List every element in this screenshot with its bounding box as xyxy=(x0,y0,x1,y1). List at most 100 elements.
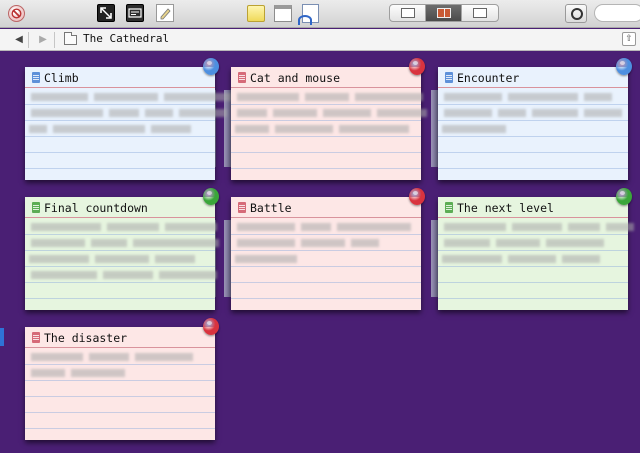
obscured-text xyxy=(351,239,379,247)
card-title[interactable]: Encounter xyxy=(457,71,519,85)
card-header: Encounter xyxy=(438,67,628,88)
card-synopsis[interactable] xyxy=(438,219,634,310)
obscured-text xyxy=(31,223,101,231)
toolbar xyxy=(0,0,640,28)
document-icon[interactable] xyxy=(298,4,319,25)
outline-view-button[interactable] xyxy=(462,5,498,21)
obscured-text xyxy=(275,125,333,133)
document-icon xyxy=(445,72,453,83)
card-synopsis[interactable] xyxy=(25,349,215,440)
obscured-text xyxy=(89,353,129,361)
card-stack-edge xyxy=(224,220,231,297)
obscured-text xyxy=(508,255,556,263)
card-title[interactable]: The next level xyxy=(457,201,554,215)
index-card[interactable]: Encounter xyxy=(438,58,632,180)
obscured-text xyxy=(159,271,217,279)
note-icon[interactable] xyxy=(247,5,265,22)
obscured-text xyxy=(444,109,492,117)
divider xyxy=(28,32,29,48)
forward-arrow-icon[interactable]: ▶ xyxy=(32,29,54,51)
obscured-text xyxy=(237,223,295,231)
index-card[interactable]: Climb xyxy=(25,58,289,180)
obscured-text xyxy=(562,255,600,263)
pushpin-icon xyxy=(203,318,219,335)
pushpin-icon xyxy=(203,58,219,75)
inspector-icon[interactable] xyxy=(565,4,587,23)
search-input[interactable] xyxy=(594,4,640,22)
obscured-text xyxy=(145,109,173,117)
obscured-text xyxy=(31,109,103,117)
binder-edge-tab[interactable] xyxy=(0,328,4,346)
card-header: The next level xyxy=(438,197,628,218)
pushpin-icon xyxy=(409,188,425,205)
index-card[interactable]: Battle xyxy=(231,188,425,310)
pushpin-icon xyxy=(616,188,632,205)
window-icon[interactable] xyxy=(274,5,292,22)
obscured-text xyxy=(31,353,83,361)
obscured-text xyxy=(337,223,411,231)
obscured-text xyxy=(31,369,65,377)
fullscreen-icon[interactable] xyxy=(97,4,115,22)
obscured-text xyxy=(442,125,506,133)
obscured-text xyxy=(568,223,600,231)
obscured-text xyxy=(235,125,269,133)
edit-icon[interactable] xyxy=(156,4,174,22)
compose-mode-icon[interactable] xyxy=(126,4,144,22)
document-icon xyxy=(32,332,40,343)
obscured-text xyxy=(444,93,502,101)
obscured-text xyxy=(444,223,506,231)
obscured-text xyxy=(305,93,349,101)
index-card[interactable]: Cat and mouse xyxy=(231,58,427,180)
card-header: Climb xyxy=(25,67,215,88)
card-synopsis[interactable] xyxy=(25,89,289,180)
pushpin-icon xyxy=(203,188,219,205)
document-icon xyxy=(32,202,40,213)
obscured-text xyxy=(606,223,634,231)
obscured-text xyxy=(95,255,149,263)
obscured-text xyxy=(29,125,47,133)
obscured-text xyxy=(107,223,159,231)
corkboard-icon xyxy=(437,8,451,18)
card-header: Cat and mouse xyxy=(231,67,421,88)
obscured-text xyxy=(29,255,89,263)
index-card[interactable]: Final countdown xyxy=(25,188,219,310)
obscured-text xyxy=(584,109,622,117)
index-card[interactable]: The next level xyxy=(438,188,634,310)
obscured-text xyxy=(235,255,297,263)
back-arrow-icon[interactable]: ◀ xyxy=(8,29,30,51)
card-title[interactable]: Cat and mouse xyxy=(250,71,340,85)
obscured-text xyxy=(133,239,219,247)
index-card[interactable]: The disaster xyxy=(25,318,219,440)
obscured-text xyxy=(532,109,578,117)
obscured-text xyxy=(512,223,562,231)
card-synopsis[interactable] xyxy=(231,89,427,180)
obscured-text xyxy=(91,239,127,247)
obscured-text xyxy=(237,93,299,101)
card-title[interactable]: The disaster xyxy=(44,331,127,345)
corkboard-view-button[interactable] xyxy=(426,5,462,21)
stop-icon[interactable] xyxy=(8,5,25,22)
document-icon xyxy=(238,202,246,213)
divider xyxy=(54,32,55,48)
obscured-text xyxy=(323,109,371,117)
obscured-text xyxy=(53,125,145,133)
document-icon xyxy=(238,72,246,83)
card-synopsis[interactable] xyxy=(231,219,421,310)
card-title[interactable]: Battle xyxy=(250,201,292,215)
obscured-text xyxy=(109,109,139,117)
up-arrow-icon[interactable]: ⇧ xyxy=(622,32,636,46)
obscured-text xyxy=(179,109,227,117)
editor-title[interactable]: The Cathedral xyxy=(83,32,169,45)
view-mode-control[interactable] xyxy=(389,4,499,22)
card-title[interactable]: Climb xyxy=(44,71,79,85)
obscured-text xyxy=(164,93,232,101)
card-synopsis[interactable] xyxy=(25,219,219,310)
scrivenings-view-button[interactable] xyxy=(390,5,426,21)
obscured-text xyxy=(546,239,604,247)
card-title[interactable]: Final countdown xyxy=(44,201,148,215)
outline-icon xyxy=(473,8,487,18)
obscured-text xyxy=(155,255,195,263)
obscured-text xyxy=(31,93,88,101)
obscured-text xyxy=(151,125,191,133)
card-synopsis[interactable] xyxy=(438,89,628,180)
